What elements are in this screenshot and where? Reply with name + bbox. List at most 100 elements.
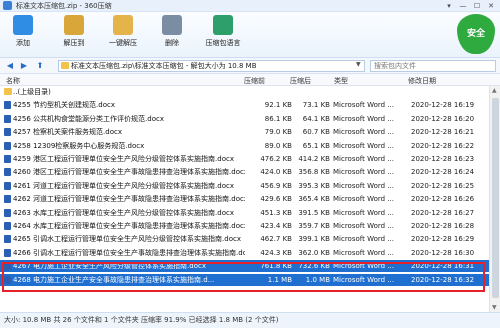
delete-icon: [162, 15, 182, 35]
word-document-icon: [4, 222, 11, 230]
file-name: 4264 水库工程运行管理单位安全生产事故隐患排查治理体系实施指南.docx: [13, 222, 245, 230]
file-modified: 2020-12-28 16:20: [411, 114, 475, 123]
search-input[interactable]: 搜索包内文件: [370, 60, 496, 72]
file-modified: 2020-12-28 16:21: [411, 128, 475, 137]
file-row[interactable]: 4266 引调水工程运行管理单位安全生产事故隐患排查治理体系实施指南.docx 4…: [0, 247, 489, 259]
file-size: 60.7 KB: [302, 128, 330, 137]
file-compressed-size: 424.3 KB: [260, 248, 292, 257]
security-shield-button[interactable]: 安全: [457, 14, 495, 54]
file-row[interactable]: 4268 电力施工企业生产安全事故隐患排查治理体系实施指南.d... 1.1 MB…: [0, 273, 489, 286]
archive-language-button-label: 压缩包语言: [205, 39, 241, 47]
extract-to-icon: [64, 15, 84, 35]
up-folder-icon[interactable]: ⬆: [34, 60, 46, 72]
file-modified: 2020-12-28 16:27: [411, 208, 475, 217]
file-size: 391.5 KB: [298, 208, 330, 217]
scroll-up-icon[interactable]: ▲: [492, 87, 497, 94]
word-document-icon: [4, 208, 11, 217]
one-click-extract-button[interactable]: 一键解压: [106, 15, 140, 48]
archive-language-button[interactable]: 压缩包语言: [201, 15, 245, 48]
extract-to-button-label: 解压到: [63, 39, 85, 47]
forward-arrow-icon[interactable]: ▶: [18, 60, 30, 72]
one-click-extract-button-label: 一键解压: [109, 39, 137, 47]
vertical-scrollbar[interactable]: ▲ ▼: [489, 86, 500, 312]
file-modified: 2020-12-28 16:30: [411, 248, 475, 257]
close-button[interactable]: ✕: [484, 0, 498, 12]
file-type: Microsoft Word ...: [333, 222, 394, 230]
back-arrow-icon[interactable]: ◀: [4, 60, 16, 72]
column-name[interactable]: 名称: [6, 76, 20, 86]
scrollbar-thumb[interactable]: [492, 98, 499, 298]
file-name: 4265 引调水工程运行管理单位安全生产风险分级管控体系实施指南.docx: [13, 235, 241, 244]
file-row[interactable]: 4257 检察机关案件服务规范.docx 79.0 KB 60.7 KB Micros…: [0, 126, 489, 138]
search-placeholder: 搜索包内文件: [374, 62, 416, 70]
file-modified: 2020-12-28 16:32: [411, 275, 475, 284]
file-row[interactable]: 4262 河道工程运行管理单位安全生产事故隐患排查治理体系实施指南.docx 42…: [0, 193, 489, 205]
column-modified[interactable]: 修改日期: [408, 76, 436, 86]
file-compressed-size: 79.0 KB: [264, 128, 292, 137]
file-row[interactable]: 4259 港区工程运行管理单位安全生产风险分级管控体系实施指南.docx 476.…: [0, 153, 489, 165]
file-type: Microsoft Word ...: [333, 141, 394, 150]
file-name: 4255 节约型机关创建规范.docx: [13, 101, 115, 110]
add-button[interactable]: 添加: [6, 15, 40, 48]
file-type: Microsoft Word ...: [333, 114, 394, 123]
file-size: 362.0 KB: [298, 248, 330, 257]
file-type: Microsoft Word ...: [333, 262, 394, 271]
file-size: 399.1 KB: [298, 235, 330, 244]
window-title: 标准文本压缩包.zip - 360压缩: [16, 1, 112, 10]
word-document-icon: [4, 262, 11, 271]
extract-to-button[interactable]: 解压到: [57, 15, 91, 48]
path-text: 标准文本压缩包.zip\标准文本压缩包 - 解包大小为 10.8 MB: [71, 62, 257, 70]
minimize-button[interactable]: —: [456, 0, 470, 12]
word-document-icon: [4, 168, 11, 177]
path-dropdown-icon[interactable]: ▼: [356, 61, 361, 68]
file-size: 395.3 KB: [298, 181, 330, 190]
column-compressed[interactable]: 压缩前: [244, 76, 265, 86]
file-modified: 2020-12-28 16:24: [411, 168, 475, 177]
file-type: Microsoft Word ...: [333, 208, 394, 217]
file-name: 4262 河道工程运行管理单位安全生产事故隐患排查治理体系实施指南.docx: [13, 195, 245, 204]
word-document-icon: [4, 275, 11, 284]
scroll-down-icon[interactable]: ▼: [492, 304, 497, 311]
file-compressed-size: 456.9 KB: [260, 181, 292, 190]
delete-button-label: 删除: [165, 39, 179, 47]
file-type: Microsoft Word ...: [333, 128, 394, 137]
address-bar: ◀ ▶ ⬆ 标准文本压缩包.zip\标准文本压缩包 - 解包大小为 10.8 M…: [0, 58, 500, 74]
file-row[interactable]: 4260 港区工程运行管理单位安全生产事故隐患排查治理体系实施指南.docx 42…: [0, 166, 489, 178]
file-row[interactable]: 4265 引调水工程运行管理单位安全生产风险分级管控体系实施指南.docx 462…: [0, 233, 489, 245]
file-name: 4268 电力施工企业生产安全事故隐患排查治理体系实施指南.d...: [13, 275, 215, 284]
column-size[interactable]: 压缩后: [290, 76, 311, 86]
file-name: 4256 公共机构食堂能源分类工作评价规范.docx: [13, 114, 164, 123]
delete-button[interactable]: 删除: [155, 15, 189, 48]
add-icon: [13, 15, 33, 35]
file-modified: 2020-12-28 16:29: [411, 235, 475, 244]
file-row[interactable]: 4263 水库工程运行管理单位安全生产风险分级管控体系实施指南.docx 451.…: [0, 207, 489, 219]
file-row[interactable]: 4256 公共机构食堂能源分类工作评价规范.docx 86.1 KB 64.1 KB…: [0, 113, 489, 125]
add-button-label: 添加: [16, 39, 30, 47]
file-compressed-size: 86.1 KB: [264, 114, 292, 123]
file-row[interactable]: 4267 电力施工企业安全生产风险分级管控体系实施指南.docx 761.8 KB…: [0, 260, 489, 273]
column-type[interactable]: 类型: [334, 76, 348, 86]
file-compressed-size: 1.1 MB: [267, 275, 292, 284]
file-list: ..(上级目录) 4255 节约型机关创建规范.docx 92.1 KB 73.1 K…: [0, 86, 489, 312]
file-compressed-size: 423.4 KB: [260, 222, 292, 230]
file-type: Microsoft Word ...: [333, 168, 394, 177]
path-field[interactable]: 标准文本压缩包.zip\标准文本压缩包 - 解包大小为 10.8 MB: [58, 60, 365, 72]
file-row[interactable]: 4264 水库工程运行管理单位安全生产事故隐患排查治理体系实施指南.docx 42…: [0, 220, 489, 232]
file-row[interactable]: 4255 节约型机关创建规范.docx 92.1 KB 73.1 KB Microso…: [0, 99, 489, 111]
file-modified: 2020-12-28 16:23: [411, 155, 475, 163]
maximize-button[interactable]: ☐: [470, 0, 484, 12]
word-document-icon: [4, 181, 11, 190]
file-row[interactable]: 4258 12309检察服务中心服务规范.docx 89.0 KB 65.1 KB M…: [0, 140, 489, 152]
folder-icon: [4, 88, 12, 95]
parent-directory-row[interactable]: ..(上级目录): [0, 86, 489, 98]
file-size: 73.1 KB: [302, 101, 330, 110]
file-row[interactable]: 4261 河道工程运行管理单位安全生产风险分级管控体系实施指南.docx 456.…: [0, 180, 489, 192]
file-size: 359.7 KB: [298, 222, 330, 230]
word-document-icon: [4, 248, 11, 257]
file-modified: 2020-12-28 16:25: [411, 181, 475, 190]
file-compressed-size: 424.0 KB: [260, 168, 292, 177]
file-type: Microsoft Word ...: [333, 181, 394, 190]
word-document-icon: [4, 128, 11, 137]
file-compressed-size: 429.6 KB: [260, 195, 292, 204]
menu-dropdown-button[interactable]: ▾: [442, 0, 456, 12]
